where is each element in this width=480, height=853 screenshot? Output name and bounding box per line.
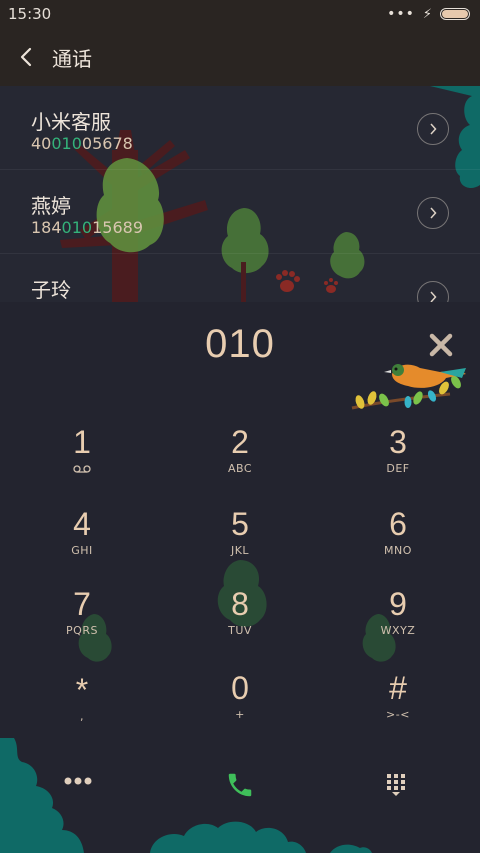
key-1[interactable]: 1 [22,424,142,494]
key-digit: 8 [231,586,249,622]
key-9[interactable]: 9 WXYZ [338,586,458,656]
contact-name: 燕婷 [31,194,71,218]
battery-icon [440,8,470,20]
contact-name: 子玲 [31,278,71,302]
key-digit: 6 [389,506,407,542]
key-letters: , [80,710,84,723]
key-letters: MNO [384,544,412,557]
key-digit: 0 [231,670,249,706]
contact-detail-button[interactable] [417,281,449,302]
key-letters: JKL [230,544,250,557]
key-letters: + [235,708,245,721]
key-5[interactable]: 5 JKL [180,506,300,576]
key-digit: 9 [389,586,407,622]
key-digit: # [389,670,407,706]
dialpad-icon [387,774,405,796]
key-letters: ABC [227,462,253,475]
key-digit: 7 [73,586,91,622]
key-8[interactable]: 8 TUV [180,586,300,656]
notification-dots-icon: ••• [387,6,415,22]
dialed-number-display: 010 [205,322,275,366]
key-hash[interactable]: # >-< [338,670,458,740]
dialpad-panel: 010 1 2 ABC 3 DEF 4 GHI 5 JKL 6 MNO 7 PQ… [0,302,480,853]
key-3[interactable]: 3 DEF [338,424,458,494]
status-bar: 15:30 ••• ⚡ [0,0,480,28]
charging-icon: ⚡ [422,6,432,22]
back-button[interactable] [0,28,52,86]
clear-button[interactable] [426,330,456,360]
contact-number: 18401015689 [31,218,143,237]
chevron-right-icon [430,207,437,219]
contact-name: 小米客服 [31,110,111,134]
contact-detail-button[interactable] [417,197,449,229]
status-icons: ••• ⚡ [387,6,470,22]
header-scene: 15:30 ••• ⚡ 通话 小米客服 4001005678 燕婷 184010… [0,0,480,302]
dialpad-toggle-button[interactable] [366,760,426,810]
key-letters: TUV [228,624,252,637]
list-item[interactable]: 子玲 [0,254,480,302]
key-digit: 5 [231,506,249,542]
key-star[interactable]: * , [22,672,142,742]
app-header: 通话 [0,28,480,86]
contact-number: 4001005678 [31,134,133,153]
key-letters: PQRS [66,624,98,637]
key-letters: >-< [386,708,410,721]
key-digit: 3 [389,424,407,460]
key-letters: GHI [71,544,93,557]
status-time: 15:30 [8,5,52,23]
chevron-left-icon [20,47,32,67]
key-letters: DEF [386,462,410,475]
contact-detail-button[interactable] [417,113,449,145]
key-7[interactable]: 7 PQRS [22,586,142,656]
list-item[interactable]: 燕婷 18401015689 [0,170,480,254]
key-digit: 2 [231,424,249,460]
more-dots-icon [64,777,92,785]
key-digit: * [75,672,89,708]
more-button[interactable] [48,756,108,806]
phone-icon [228,773,252,797]
page-title: 通话 [52,46,92,71]
key-4[interactable]: 4 GHI [22,506,142,576]
key-2[interactable]: 2 ABC [180,424,300,494]
chevron-right-icon [430,291,437,302]
call-button[interactable] [210,760,270,810]
close-icon [429,333,453,357]
contact-results-list: 小米客服 4001005678 燕婷 18401015689 子玲 [0,86,480,302]
key-0[interactable]: 0 + [180,670,300,740]
key-digit: 4 [73,506,91,542]
key-letters: WXYZ [380,624,416,637]
list-item[interactable]: 小米客服 4001005678 [0,86,480,170]
key-digit: 1 [73,424,91,460]
key-6[interactable]: 6 MNO [338,506,458,576]
voicemail-icon [73,465,91,473]
chevron-right-icon [430,123,437,135]
